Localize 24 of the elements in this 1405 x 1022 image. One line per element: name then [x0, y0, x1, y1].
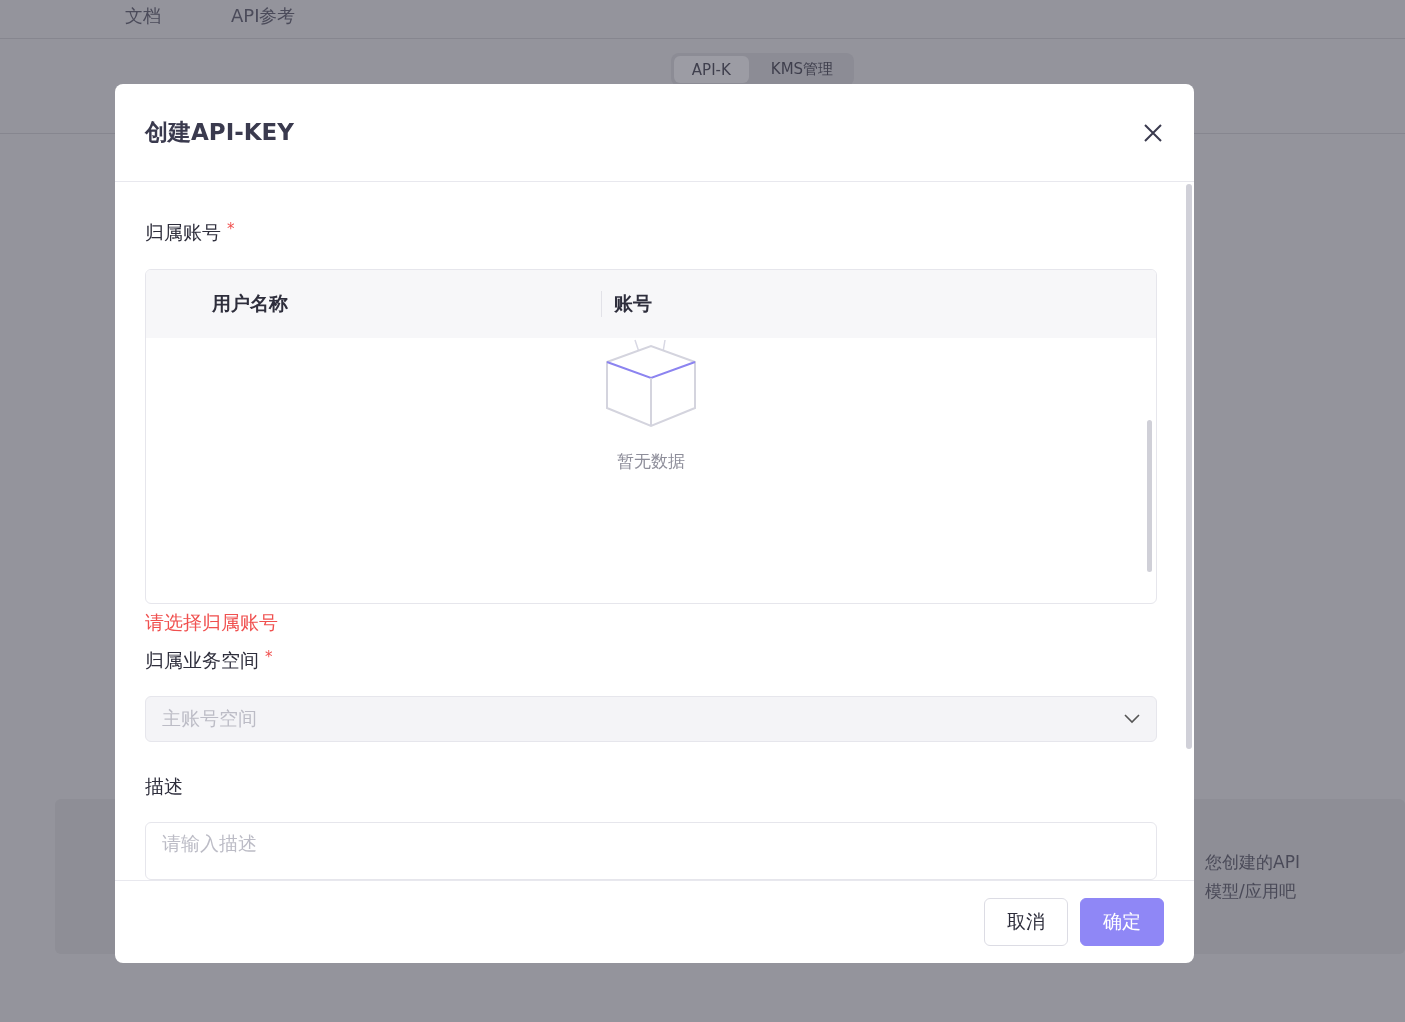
nav-link[interactable]: API参考 [231, 4, 296, 28]
tab[interactable]: API-K [673, 56, 749, 83]
close-icon[interactable] [1142, 121, 1164, 144]
card-text: 模型/应用吧 [1205, 879, 1297, 903]
required-mark: * [265, 647, 273, 666]
error-message: 请选择归属账号 [145, 609, 279, 635]
field-label: 归属账号 * [145, 220, 236, 245]
cancel-button[interactable]: 取消 [984, 898, 1068, 946]
chevron-down-icon [1124, 713, 1140, 724]
nav-link[interactable]: 文档 [125, 4, 161, 28]
empty-box-icon [603, 338, 699, 430]
tab[interactable]: KMS管理 [752, 56, 852, 83]
confirm-button[interactable]: 确定 [1080, 898, 1164, 946]
column-header: 用户名称 [211, 291, 289, 316]
field-label: 归属业务空间 * [145, 647, 274, 673]
empty-text: 暂无数据 [617, 450, 685, 473]
field-label: 描述 [145, 774, 184, 800]
column-header: 账号 [601, 291, 1156, 317]
required-mark: * [227, 220, 235, 238]
card-text: 您创建的API [1205, 850, 1301, 874]
table-scrollbar[interactable] [1147, 420, 1152, 572]
description-field[interactable]: 请输入描述 [145, 822, 1157, 880]
scrollbar[interactable] [1186, 184, 1192, 749]
dialog-title: 创建API-KEY [145, 118, 294, 147]
